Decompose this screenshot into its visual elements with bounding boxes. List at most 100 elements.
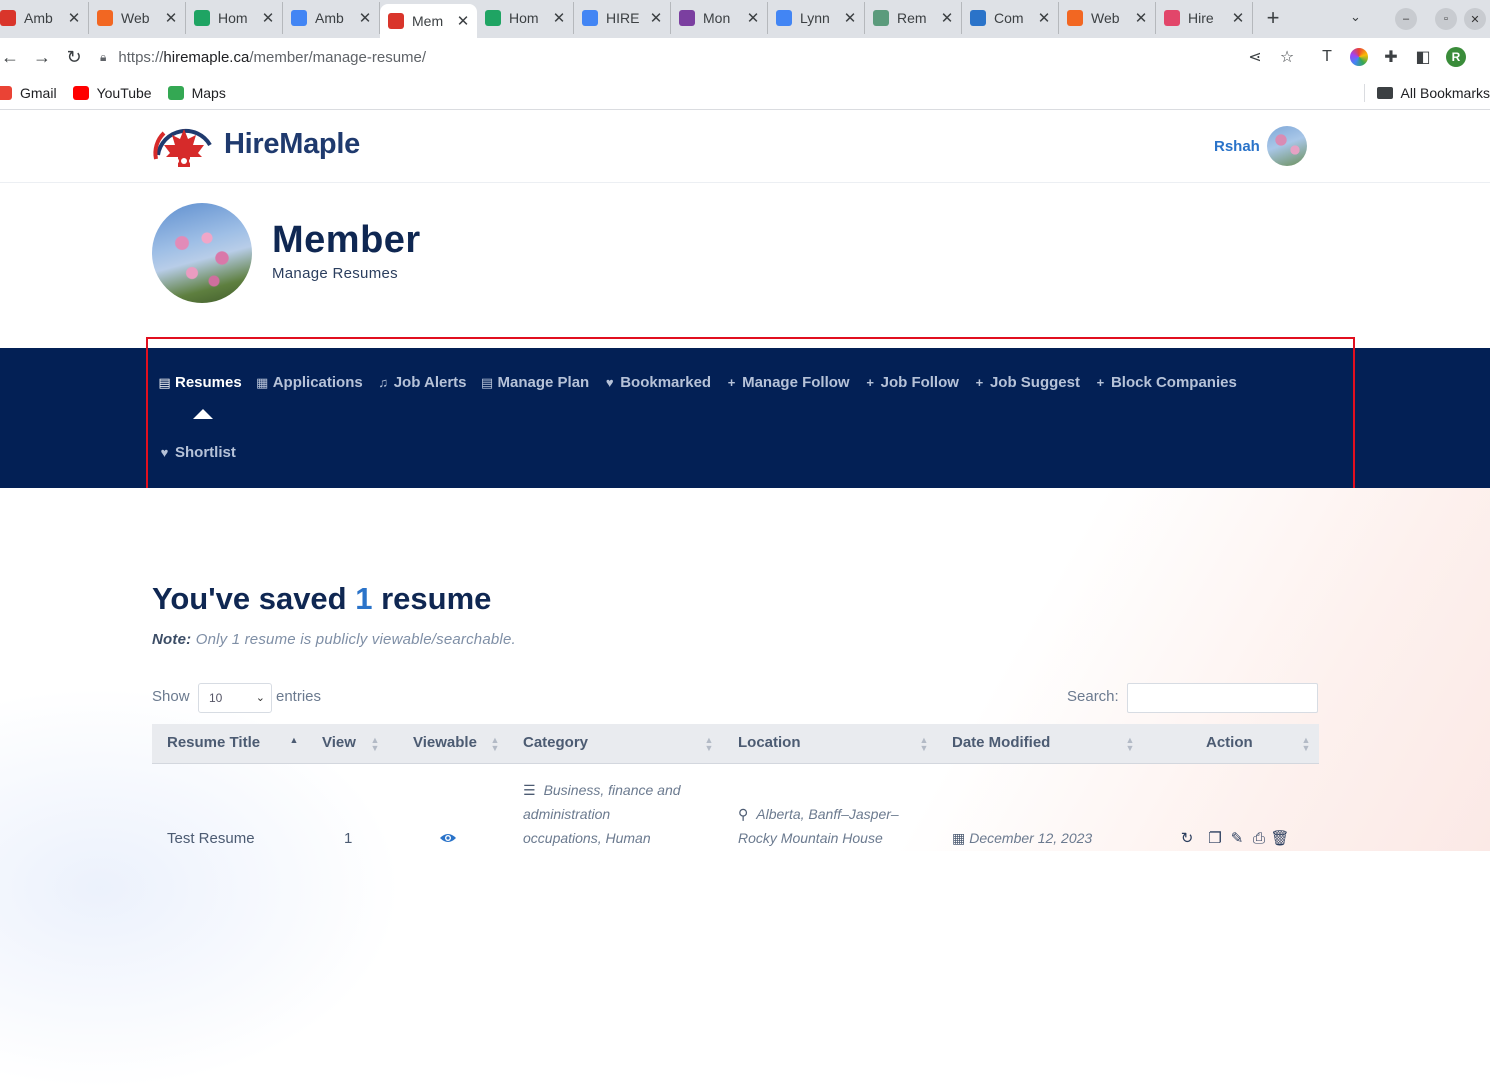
tab-favicon-icon	[291, 10, 307, 26]
tab-close-icon[interactable]: ✕	[357, 9, 373, 27]
browser-tab[interactable]: Hom ✕	[186, 2, 283, 34]
print-icon[interactable]: ⎙	[1251, 830, 1267, 847]
url-host: hiremaple.ca	[163, 48, 250, 66]
browser-tab[interactable]: Hire ✕	[1156, 2, 1253, 34]
browser-tab[interactable]: Amb ✕	[283, 2, 380, 34]
eye-icon[interactable]	[439, 831, 457, 845]
browser-tab[interactable]: Com ✕	[962, 2, 1059, 34]
category-cell: ☰ Business, finance and administration oc…	[523, 782, 681, 846]
tab-favicon-icon	[485, 10, 501, 26]
sort-icon[interactable]: ▲ ▼	[1301, 736, 1311, 753]
col-date-modified[interactable]: Date Modified	[952, 734, 1050, 751]
col-action[interactable]: Action	[1206, 734, 1253, 751]
tab-favicon-icon	[970, 10, 986, 26]
col-location[interactable]: Location	[738, 734, 801, 751]
browser-tab[interactable]: Rem ✕	[865, 2, 962, 34]
tab-close-icon[interactable]: ✕	[551, 9, 567, 27]
lock-icon: 🔒︎	[100, 49, 107, 64]
browser-tab[interactable]: Mem ✕	[380, 4, 477, 38]
tab-label: Amb	[24, 10, 53, 26]
color-extension-icon[interactable]	[1350, 48, 1368, 66]
bookmark-item[interactable]: Maps	[167, 85, 226, 101]
table-search-input[interactable]	[1127, 683, 1318, 713]
url-field[interactable]: 🔒︎ https://hiremaple.ca/member/manage-re…	[88, 41, 1308, 73]
copy-icon[interactable]: ❐	[1207, 830, 1223, 847]
tab-label: Hom	[509, 10, 539, 26]
browser-tab[interactable]: Amb ✕	[0, 2, 89, 34]
bookmark-item[interactable]: Gmail	[0, 85, 57, 101]
saved-resumes-heading: You've saved 1 resume	[152, 581, 492, 616]
tab-close-icon[interactable]: ✕	[648, 9, 664, 27]
extensions-puzzle-icon[interactable]: ✚	[1382, 48, 1400, 66]
sort-icon[interactable]: ▲ ▼	[370, 736, 380, 753]
user-avatar[interactable]	[1267, 126, 1307, 166]
all-bookmarks-button[interactable]: All Bookmarks	[1363, 84, 1490, 102]
site-header: HireMaple Rshah	[0, 111, 1490, 183]
minimize-icon[interactable]: –	[1395, 8, 1417, 30]
browser-tab[interactable]: Web ✕	[89, 2, 186, 34]
new-tab-icon[interactable]: +	[1253, 2, 1293, 34]
entries-per-page-select[interactable]: 10 ⌄	[198, 683, 272, 713]
list-icon: ☰	[523, 782, 536, 798]
tab-search-icon[interactable]: ⌄	[1350, 9, 1361, 25]
all-bookmarks-label: All Bookmarks	[1400, 85, 1490, 101]
bookmarks-bar: Gmail YouTube Maps All Bookmarks	[0, 76, 1490, 110]
address-bar-row: ← → ↻ 🔒︎ https://hiremaple.ca/member/man…	[0, 38, 1490, 76]
close-window-icon[interactable]: ✕	[1464, 8, 1486, 30]
col-view[interactable]: View	[322, 734, 356, 751]
tab-label: Web	[121, 10, 150, 26]
tab-close-icon[interactable]: ✕	[745, 9, 761, 27]
edit-pencil-icon[interactable]: ✎	[1229, 830, 1245, 847]
bookmark-item[interactable]: YouTube	[72, 85, 152, 101]
tab-close-icon[interactable]: ✕	[260, 9, 276, 27]
browser-tab[interactable]: Hom ✕	[477, 2, 574, 34]
tab-close-icon[interactable]: ✕	[842, 9, 858, 27]
folder-icon	[1376, 87, 1393, 99]
reload-icon[interactable]: ↻	[58, 41, 90, 73]
tab-close-icon[interactable]: ✕	[163, 9, 179, 27]
col-category[interactable]: Category	[523, 734, 588, 751]
tab-close-icon[interactable]: ✕	[1133, 9, 1149, 27]
profile-avatar-icon[interactable]: R	[1446, 47, 1466, 67]
col-viewable[interactable]: Viewable	[413, 734, 477, 751]
browser-tab[interactable]: Lynn ✕	[768, 2, 865, 34]
resume-title-link[interactable]: Test Resume	[167, 830, 255, 847]
browser-tab[interactable]: Mon ✕	[671, 2, 768, 34]
hiremaple-logo-icon[interactable]	[152, 115, 216, 173]
browser-tab[interactable]: Web ✕	[1059, 2, 1156, 34]
tab-favicon-icon	[388, 13, 404, 29]
tab-favicon-icon	[97, 10, 113, 26]
saved-count: 1	[355, 581, 373, 616]
share-icon[interactable]: ⋖	[1246, 48, 1264, 66]
tab-close-icon[interactable]: ✕	[66, 9, 82, 27]
tab-label: HIRE	[606, 10, 640, 26]
tab-close-icon[interactable]: ✕	[939, 9, 955, 27]
back-icon[interactable]: ←	[0, 41, 26, 73]
sort-icon[interactable]: ▲ ▼	[1125, 736, 1135, 753]
refresh-icon[interactable]: ↻	[1179, 830, 1195, 847]
page-title: Member	[272, 219, 421, 261]
tab-favicon-icon	[776, 10, 792, 26]
translate-extension-icon[interactable]: T	[1318, 48, 1336, 66]
col-resume-title[interactable]: Resume Title	[167, 734, 260, 751]
chevron-down-icon: ⌄	[255, 692, 265, 704]
user-name-link[interactable]: Rshah	[1214, 138, 1260, 155]
side-panel-icon[interactable]: ◧	[1414, 48, 1432, 66]
tab-close-icon[interactable]: ✕	[1230, 9, 1246, 27]
date-modified-cell: ▦ December 12, 2023	[952, 830, 1093, 846]
tab-close-icon[interactable]: ✕	[455, 12, 471, 30]
bookmark-favicon-icon	[167, 85, 184, 100]
sort-icon[interactable]: ▲ ▼	[704, 736, 714, 753]
tab-close-icon[interactable]: ✕	[1036, 9, 1052, 27]
sort-icon[interactable]: ▲ ▼	[490, 736, 500, 753]
bookmark-star-icon[interactable]: ☆	[1278, 48, 1296, 66]
restore-icon[interactable]: ▫	[1435, 8, 1457, 30]
bookmark-label: Gmail	[20, 84, 57, 101]
browser-tab[interactable]: HIRE ✕	[574, 2, 671, 34]
forward-icon[interactable]: →	[26, 41, 58, 73]
trash-icon[interactable]: 🗑︎	[1270, 830, 1289, 847]
sort-icon[interactable]: ▲ ▼	[919, 736, 929, 753]
logo-text[interactable]: HireMaple	[224, 128, 360, 161]
sort-icon[interactable]: ▲	[289, 736, 299, 745]
tab-favicon-icon	[1164, 10, 1180, 26]
